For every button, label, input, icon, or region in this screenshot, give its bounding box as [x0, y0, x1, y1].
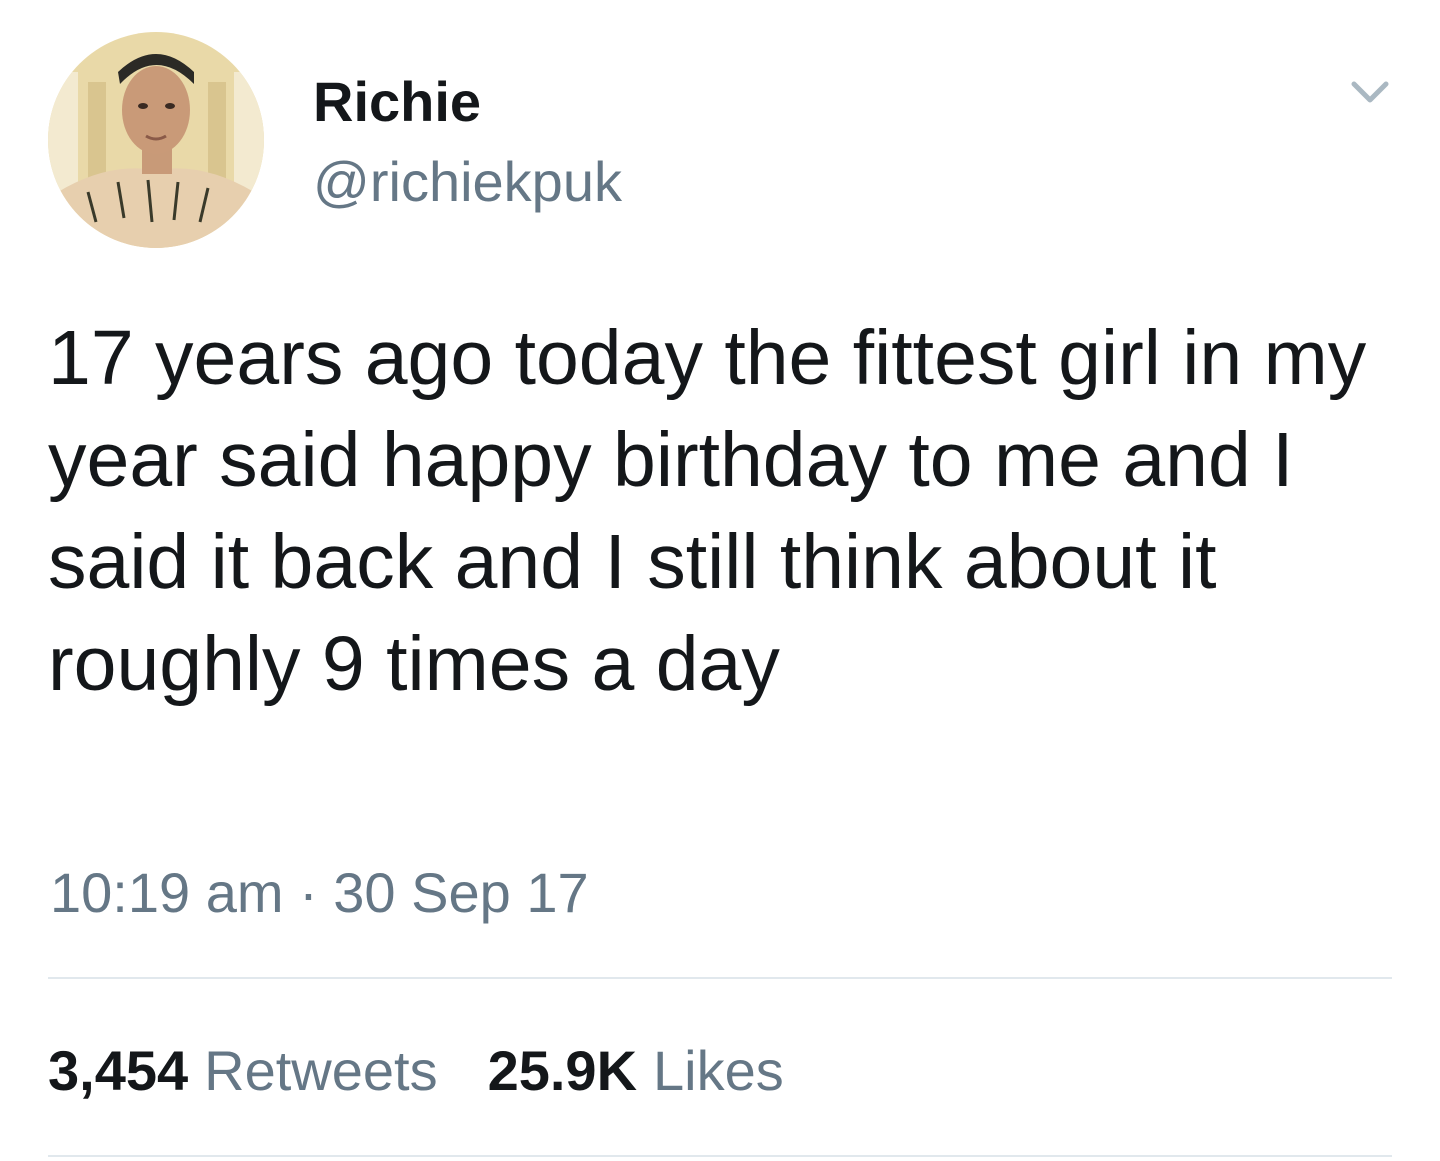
chevron-down-icon[interactable]	[1346, 72, 1394, 112]
retweets-stat[interactable]: 3,454 Retweets	[48, 1036, 438, 1106]
tweet-date: 30 Sep 17	[333, 861, 589, 924]
tweet-stats: 3,454 Retweets 25.9K Likes	[48, 1036, 784, 1106]
retweets-label: Retweets	[204, 1039, 438, 1102]
retweets-count: 3,454	[48, 1039, 189, 1102]
likes-count: 25.9K	[487, 1039, 638, 1102]
tweet-text: 17 years ago today the fittest girl in m…	[48, 315, 1367, 707]
timestamp-separator: ·	[299, 861, 318, 924]
divider	[48, 977, 1392, 979]
divider	[48, 1155, 1392, 1157]
author-display-name[interactable]: Richie	[313, 70, 481, 134]
author-handle[interactable]: @richiekpuk	[313, 150, 622, 214]
tweet-timestamp[interactable]: 10:19 am · 30 Sep 17	[50, 860, 589, 926]
avatar[interactable]	[48, 32, 264, 248]
likes-label: Likes	[653, 1039, 784, 1102]
tweet-time: 10:19 am	[50, 861, 284, 924]
likes-stat[interactable]: 25.9K Likes	[488, 1036, 784, 1106]
